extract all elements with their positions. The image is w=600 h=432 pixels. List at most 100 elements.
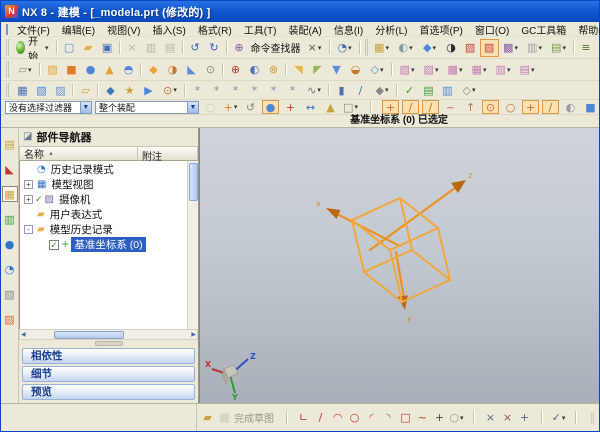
touch-mode-icon[interactable]: ◔ [333, 39, 357, 57]
mirror-feature-icon[interactable]: ▧ [32, 82, 51, 98]
section-dependencies[interactable]: 相依性 [22, 348, 195, 364]
reuse-library-tab[interactable]: ▥ [2, 211, 18, 227]
more-validation-icon[interactable]: ◇ [457, 82, 481, 98]
grab-hand-icon[interactable]: ▲ [322, 100, 339, 114]
line-icon[interactable]: / [312, 409, 329, 427]
selection-filter-dropdown[interactable]: 没有选择过滤器 ▼ [5, 101, 92, 114]
pan-view-icon[interactable]: ↔ [302, 100, 319, 114]
command-finder-icon[interactable]: ⊕ [230, 39, 249, 57]
tree-item-datum-csys[interactable]: ✓ + 基准坐标系 (0) [20, 237, 187, 252]
toolbar-grip[interactable] [6, 61, 11, 78]
make-corner-icon[interactable]: + [516, 409, 533, 427]
start-button[interactable]: 开始 [11, 39, 54, 57]
offset-region-icon[interactable]: ▩ [443, 61, 467, 79]
gear-modeling-icon-1[interactable]: * [188, 82, 207, 98]
fillet-icon[interactable]: ◜ [363, 409, 380, 427]
quick-extend-icon[interactable]: × [499, 409, 516, 427]
wireframe-primitives-icon[interactable]: ◇ [365, 61, 389, 79]
journal-icon[interactable]: ⊙ [158, 82, 182, 98]
selection-scope-dropdown[interactable]: 整个装配 ▼ [95, 101, 199, 114]
copy-icon[interactable]: ▥ [142, 39, 161, 57]
column-header-note[interactable]: 附注 [138, 147, 197, 160]
rectangle-icon[interactable]: □ [397, 409, 414, 427]
pen-annotate-icon[interactable]: / [351, 82, 370, 98]
vertical-scrollbar[interactable] [187, 161, 198, 329]
move-face-icon[interactable]: ▧ [395, 61, 419, 79]
close-finder-icon[interactable]: × [303, 39, 327, 57]
menu-edit[interactable]: 编辑(E) [56, 22, 101, 37]
point-icon[interactable]: + [431, 409, 448, 427]
studio-spline-icon[interactable]: ~ [414, 409, 431, 427]
report-icon[interactable]: ▥ [438, 82, 457, 98]
scroll-right-icon[interactable]: ▶ [191, 331, 196, 338]
menu-help[interactable]: 帮助(H) [572, 22, 600, 37]
toolbar-grip[interactable] [6, 39, 9, 56]
trim-recipe-icon[interactable]: ◝ [380, 409, 397, 427]
tree-expander[interactable]: + [24, 180, 33, 189]
scrollbar-thumb[interactable] [54, 331, 124, 339]
process-studio-tab[interactable]: ▧ [2, 286, 18, 302]
tree-expander[interactable] [24, 165, 33, 174]
tree-item-cameras[interactable]: + ✓ ▨ 摄像机 [20, 192, 187, 207]
quick-trim-icon[interactable]: × [482, 409, 499, 427]
section-view-icon[interactable]: ▧ [461, 39, 480, 57]
cut-icon[interactable]: × [123, 39, 142, 57]
rotate-view-icon[interactable]: + [282, 100, 299, 114]
play-macro-icon[interactable]: ▶ [139, 82, 158, 98]
auto-constrain-icon[interactable]: ✓ [550, 409, 567, 427]
ellipse-icon[interactable]: ○ [448, 409, 465, 427]
menu-format[interactable]: 格式(R) [192, 22, 238, 37]
menu-tools[interactable]: 工具(T) [238, 22, 283, 37]
subtract-icon[interactable]: ◐ [245, 61, 264, 79]
resize-face-icon[interactable]: ▤ [515, 61, 539, 79]
delete-face-icon[interactable]: ▥ [491, 61, 515, 79]
unite-icon[interactable]: ⊕ [226, 61, 245, 79]
graphics-viewport[interactable]: x z y X Z Y [199, 128, 599, 403]
finish-sketch-icon[interactable]: ▦ [216, 409, 233, 427]
tree-expander[interactable]: - [24, 225, 33, 234]
scroll-left-icon[interactable]: ◀ [21, 331, 26, 338]
paste-icon[interactable]: ▤ [161, 39, 180, 57]
tree-item-model-history[interactable]: - ▰ 模型历史记录 [20, 222, 187, 237]
circle-icon[interactable]: ○ [346, 409, 363, 427]
undo-icon[interactable]: ↺ [186, 39, 205, 57]
snap-control-point-icon[interactable]: ~ [442, 100, 459, 114]
tube-icon[interactable]: ⊙ [201, 61, 220, 79]
sketch-icon[interactable]: ▱ [13, 61, 37, 79]
snap-enable-icon[interactable]: + [382, 100, 399, 114]
chevron-down-icon[interactable]: ▼ [80, 102, 91, 113]
swept-icon[interactable]: ◣ [182, 61, 201, 79]
menu-insert[interactable]: 插入(S) [146, 22, 191, 37]
menu-analysis[interactable]: 分析(L) [369, 22, 413, 37]
part-family-icon[interactable]: ▮ [332, 82, 351, 98]
tree-item-history-mode[interactable]: ◔ 历史记录模式 [20, 162, 187, 177]
section-details[interactable]: 细节 [22, 366, 195, 382]
constraint-navigator-tab[interactable]: ◣ [2, 161, 18, 177]
snap-point-on-face-icon[interactable]: ◐ [562, 100, 579, 114]
snap-quadrant-icon[interactable]: ○ [502, 100, 519, 114]
arc-icon[interactable]: ◠ [329, 409, 346, 427]
tree-expander[interactable]: + [24, 195, 33, 204]
snap-bounded-plane-icon[interactable]: ■ [582, 100, 599, 114]
shaded-view-icon[interactable]: ◆ [418, 39, 442, 57]
point-dialog-icon[interactable]: + [222, 100, 239, 114]
menu-preferences[interactable]: 首选项(P) [414, 22, 469, 37]
snap-endpoint-icon[interactable]: / [402, 100, 419, 114]
title-bar[interactable]: N NX 8 - 建模 - [_modela.prt (修改的) ] [1, 1, 599, 22]
cylinder-icon[interactable]: ● [81, 61, 100, 79]
view-operations-icon[interactable]: ↻ [596, 39, 600, 57]
menu-information[interactable]: 信息(I) [328, 22, 369, 37]
history-tab[interactable]: ◔ [2, 261, 18, 277]
tree-item-model-views[interactable]: + ▦ 模型视图 [20, 177, 187, 192]
snap-arc-center-icon[interactable]: ⊙ [482, 100, 499, 114]
select-scope-icon[interactable]: ● [262, 100, 279, 114]
gear-modeling-icon-4[interactable]: * [245, 82, 264, 98]
parallel-constraint-icon[interactable]: ∥ [584, 409, 600, 427]
displayed-part-icon[interactable]: ▦ [370, 39, 394, 57]
menu-assemblies[interactable]: 装配(A) [282, 22, 327, 37]
mute-filter-icon[interactable]: ○ [202, 100, 219, 114]
edge-blend-icon[interactable]: ◥ [289, 61, 308, 79]
datum-plane-icon[interactable]: ▨ [43, 61, 62, 79]
toolbar-grip[interactable] [365, 39, 368, 56]
rendering-style-icon[interactable]: ◑ [442, 39, 461, 57]
